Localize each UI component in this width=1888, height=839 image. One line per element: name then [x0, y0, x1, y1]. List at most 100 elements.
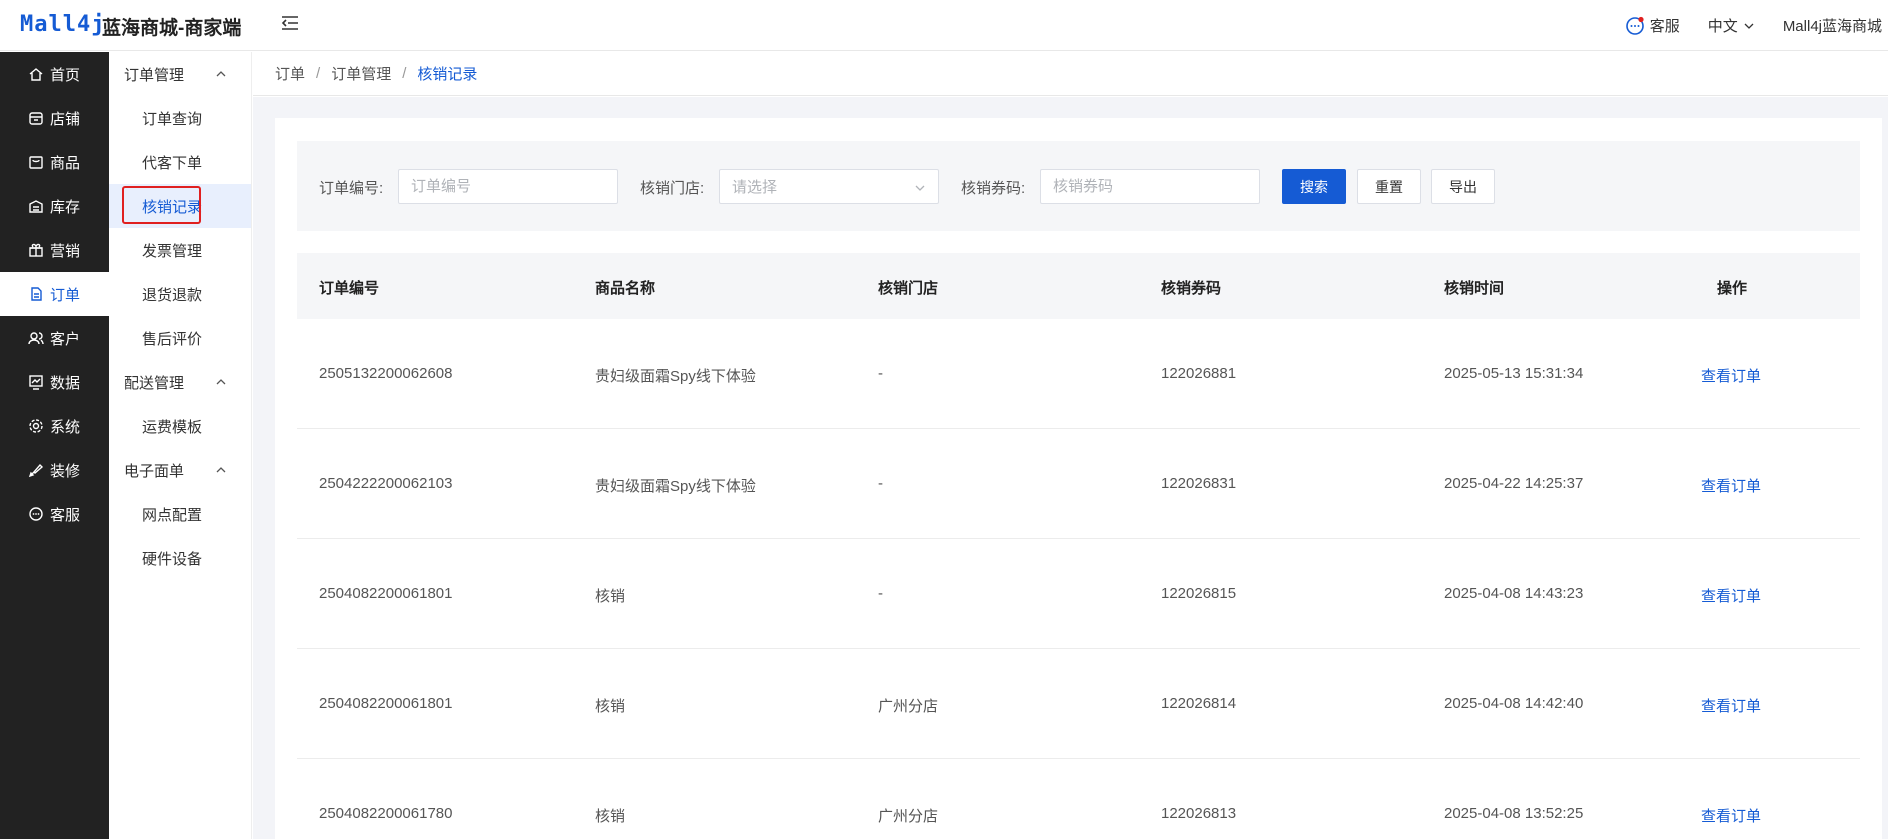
- export-button[interactable]: 导出: [1431, 169, 1495, 204]
- subnav-group-order[interactable]: 订单管理: [109, 52, 251, 96]
- chart-icon: [29, 375, 43, 390]
- cell-order-no: 2504082200061801: [319, 695, 453, 712]
- subnav-item-freight-template[interactable]: 运费模板: [109, 404, 251, 448]
- subnav-item-label: 硬件设备: [142, 550, 203, 568]
- view-order-link[interactable]: 查看订单: [1701, 805, 1761, 826]
- subnav-item-label: 代客下单: [142, 154, 203, 172]
- main-nav: 首页 店铺 商品 库存 营销 订单 客户 数据 系统 装修 客服: [0, 52, 109, 839]
- nav-item-marketing[interactable]: 营销: [0, 228, 109, 272]
- column-header: 商品名称: [595, 280, 656, 297]
- nav-item-customer[interactable]: 客户: [0, 316, 109, 360]
- cell-order-no: 2504082200061801: [319, 585, 453, 602]
- subnav-group-delivery[interactable]: 配送管理: [109, 360, 251, 404]
- gift-icon: [29, 243, 43, 257]
- document-icon: [31, 287, 42, 301]
- nav-item-system[interactable]: 系统: [0, 404, 109, 448]
- nav-label: 数据: [50, 374, 81, 392]
- subnav-item-label: 网点配置: [142, 506, 203, 524]
- nav-item-service[interactable]: 客服: [0, 492, 109, 536]
- sub-nav: 订单管理 订单查询 代客下单 核销记录 发票管理 退货退款 售后评价 配送管理 …: [109, 52, 252, 839]
- nav-item-decoration[interactable]: 装修: [0, 448, 109, 492]
- nav-item-data[interactable]: 数据: [0, 360, 109, 404]
- breadcrumb-current: 核销记录: [417, 66, 478, 83]
- cell-store: -: [878, 475, 883, 492]
- menu-fold-icon[interactable]: [280, 13, 304, 35]
- column-header: 核销门店: [878, 280, 939, 297]
- subnav-item-verification-records[interactable]: 核销记录: [109, 184, 251, 228]
- store-icon: [29, 112, 43, 125]
- subnav-item-label: 运费模板: [142, 418, 203, 436]
- language-select[interactable]: 中文: [1708, 15, 1755, 36]
- nav-label: 首页: [50, 66, 81, 84]
- chat-icon: [29, 507, 43, 521]
- nav-label: 营销: [50, 242, 81, 260]
- subnav-item-proxy-order[interactable]: 代客下单: [109, 140, 251, 184]
- cell-order-no: 2504082200061780: [319, 805, 453, 822]
- cell-order-no: 2505132200062608: [319, 365, 453, 382]
- table-row: [297, 759, 1860, 839]
- subnav-item-refund[interactable]: 退货退款: [109, 272, 251, 316]
- store-name-label: Mall4j蓝海商城: [1782, 18, 1882, 35]
- column-header: 核销时间: [1444, 280, 1505, 297]
- breadcrumb-item[interactable]: 订单管理: [331, 63, 391, 84]
- nav-label: 客户: [50, 330, 81, 348]
- cell-store: 广州分店: [878, 698, 939, 715]
- cell-product: 贵妇级面霜Spy线下体验: [595, 368, 756, 385]
- column-header: 核销券码: [1161, 280, 1222, 297]
- subnav-group-waybill[interactable]: 电子面单: [109, 448, 251, 492]
- home-icon: [29, 68, 43, 81]
- column-header: 订单编号: [319, 280, 380, 297]
- subnav-group-label: 电子面单: [124, 462, 185, 480]
- store-name[interactable]: Mall4j蓝海商城: [1783, 15, 1882, 36]
- cell-code: 122026881: [1161, 365, 1237, 382]
- nav-label: 系统: [50, 418, 81, 436]
- subnav-item-label: 退货退款: [142, 286, 203, 304]
- subnav-item-outlet-config[interactable]: 网点配置: [109, 492, 251, 536]
- cell-time: 2025-05-13 15:31:34: [1444, 365, 1584, 382]
- view-order-link[interactable]: 查看订单: [1701, 365, 1761, 386]
- cell-store: -: [878, 365, 883, 382]
- cell-order-no: 2504222200062103: [319, 475, 453, 492]
- bag-icon: [29, 156, 43, 169]
- coupon-input[interactable]: [1040, 169, 1260, 204]
- nav-item-order[interactable]: 订单: [0, 272, 109, 316]
- chevron-up-icon: [216, 71, 226, 77]
- chat-bubble-icon: [1625, 16, 1644, 35]
- column-header: 操作: [1717, 280, 1748, 297]
- view-order-link[interactable]: 查看订单: [1701, 475, 1761, 496]
- language-label: 中文: [1707, 18, 1738, 35]
- breadcrumb-separator: /: [316, 65, 321, 82]
- nav-item-home[interactable]: 首页: [0, 52, 109, 96]
- breadcrumb-item[interactable]: 订单: [275, 63, 305, 84]
- nav-label: 订单: [50, 286, 81, 304]
- subnav-group-label: 配送管理: [124, 374, 185, 392]
- subnav-item-order-query[interactable]: 订单查询: [109, 96, 251, 140]
- cell-product: 核销: [595, 698, 626, 715]
- subnav-item-review[interactable]: 售后评价: [109, 316, 251, 360]
- subnav-item-invoice[interactable]: 发票管理: [109, 228, 251, 272]
- nav-label: 库存: [50, 198, 81, 216]
- nav-item-store[interactable]: 店铺: [0, 96, 109, 140]
- chevron-up-icon: [216, 467, 226, 473]
- cell-time: 2025-04-22 14:25:37: [1444, 475, 1584, 492]
- logo[interactable]: Mall4j: [20, 12, 105, 37]
- view-order-link[interactable]: 查看订单: [1701, 695, 1761, 716]
- users-icon: [28, 332, 44, 345]
- store-select[interactable]: 请选择: [719, 169, 939, 204]
- search-button[interactable]: 搜索: [1282, 169, 1346, 204]
- cell-code: 122026831: [1161, 475, 1237, 492]
- shop-title: 蓝海商城-商家端: [102, 18, 242, 39]
- reset-button[interactable]: 重置: [1357, 169, 1421, 204]
- breadcrumb: 订单 / 订单管理 / 核销记录: [253, 52, 1888, 96]
- cell-time: 2025-04-08 14:42:40: [1444, 695, 1584, 712]
- nav-label: 客服: [50, 506, 81, 524]
- subnav-item-hardware[interactable]: 硬件设备: [109, 536, 251, 580]
- view-order-link[interactable]: 查看订单: [1701, 585, 1761, 606]
- order-no-label: 订单编号:: [319, 180, 384, 197]
- cell-product: 核销: [595, 588, 626, 605]
- top-header: Mall4j 蓝海商城-商家端 客服 中文 Mall4j蓝海商城: [0, 0, 1888, 51]
- order-no-input[interactable]: [398, 169, 618, 204]
- nav-item-inventory[interactable]: 库存: [0, 184, 109, 228]
- nav-item-goods[interactable]: 商品: [0, 140, 109, 184]
- customer-service-button[interactable]: 客服: [1625, 15, 1680, 36]
